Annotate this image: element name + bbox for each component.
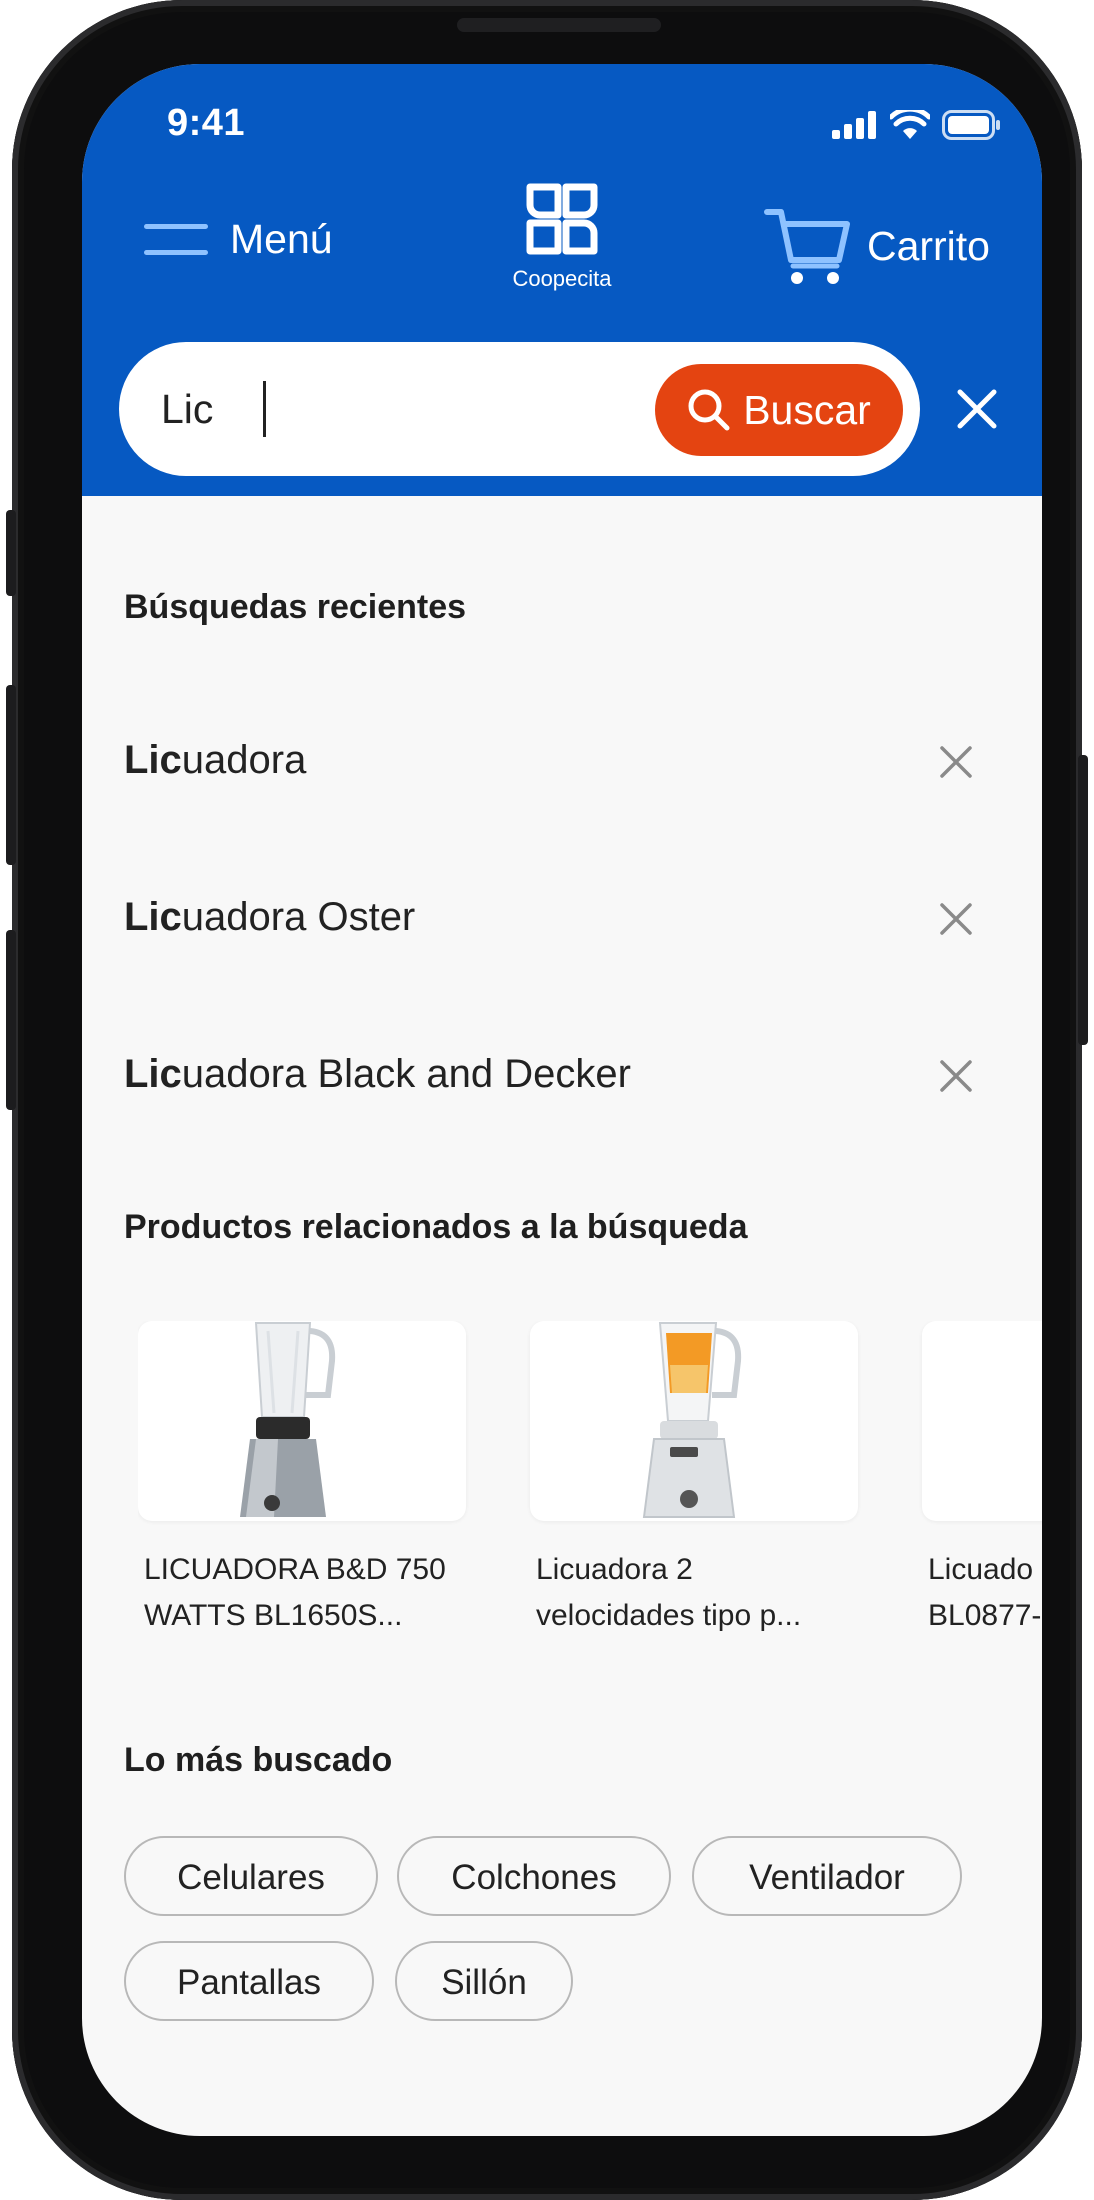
search-input[interactable] <box>159 378 583 440</box>
search-button-label: Buscar <box>743 386 871 433</box>
product-name-line: BL0877- <box>928 1599 1042 1632</box>
product-name-line: Licuado <box>928 1553 1034 1586</box>
coopecita-logo[interactable]: Coopecita <box>477 179 647 292</box>
menu-label: Menú <box>230 216 333 262</box>
product-name-line: WATTS BL1650S... <box>144 1599 403 1632</box>
cart-label: Carrito <box>866 222 990 269</box>
menu-button[interactable]: Menú <box>144 216 333 263</box>
text-caret <box>263 381 266 437</box>
search-button[interactable]: Buscar <box>655 364 903 456</box>
screen: 9:41 Menú Coopecita Carrito Lic Buscar B… <box>82 64 1042 2136</box>
status-time: 9:41 <box>167 102 246 144</box>
chip-pantallas[interactable]: Pantallas <box>124 1941 374 2021</box>
clear-search-icon[interactable] <box>952 384 1002 434</box>
remove-recent-icon[interactable] <box>938 901 974 937</box>
product-name-line: LICUADORA B&D 750 <box>144 1553 446 1586</box>
rest-text: uadora <box>181 738 307 782</box>
blender-image <box>138 1321 466 1521</box>
product-name-line: Licuadora 2 <box>536 1553 693 1586</box>
logo-text: Coopecita <box>512 266 612 291</box>
product-name-line: velocidades tipo p... <box>536 1599 802 1632</box>
recent-search-text: Licuadora Oster <box>124 895 415 940</box>
status-icons <box>832 110 1002 140</box>
speaker-grille <box>457 18 661 32</box>
rest-text: uadora Oster <box>181 895 416 939</box>
product-card[interactable]: Licuado BL0877- <box>922 1321 1042 1639</box>
products-carousel[interactable]: LICUADORA B&D 750 WATTS BL1650S... Licua… <box>138 1321 1042 1661</box>
battery-icon <box>942 110 1000 140</box>
hamburger-icon <box>144 223 208 255</box>
most-searched-title: Lo más buscado <box>124 1741 393 1779</box>
app-header: 9:41 Menú Coopecita Carrito Lic Buscar <box>82 64 1042 496</box>
recent-searches-title: Búsquedas recientes <box>124 588 467 626</box>
remove-recent-icon[interactable] <box>938 1058 974 1094</box>
match-text: Lic <box>124 738 182 782</box>
related-products-title: Productos relacionados a la búsqueda <box>124 1208 748 1246</box>
product-name: Licuado BL0877- <box>922 1547 1042 1639</box>
volume-up-button <box>6 685 16 865</box>
recent-search-text: Licuadora <box>124 738 306 783</box>
chip-ventilador[interactable]: Ventilador <box>692 1836 962 1916</box>
blender-bd-illustration <box>240 1322 336 1517</box>
chip-celulares[interactable]: Celulares <box>124 1836 378 1916</box>
power-button <box>1078 755 1088 1045</box>
product-card[interactable]: LICUADORA B&D 750 WATTS BL1650S... <box>138 1321 466 1639</box>
blender-image <box>530 1321 858 1521</box>
blender-image <box>922 1321 1042 1521</box>
chip-sillon[interactable]: Sillón <box>395 1941 573 2021</box>
recent-search-item[interactable]: Licuadora <box>124 722 974 802</box>
logo-icon <box>526 183 598 255</box>
search-icon <box>688 389 730 431</box>
cart-button[interactable]: Carrito <box>763 204 990 288</box>
recent-search-item[interactable]: Licuadora Oster <box>124 879 974 959</box>
wifi-icon <box>890 110 930 139</box>
recent-search-text: Licuadora Black and Decker <box>124 1052 631 1097</box>
remove-recent-icon[interactable] <box>938 744 974 780</box>
signal-icon <box>832 111 876 139</box>
search-box: Buscar <box>119 342 920 476</box>
phone-frame: 9:41 Menú Coopecita Carrito Lic Buscar B… <box>6 0 1088 2200</box>
cart-icon <box>763 209 850 284</box>
volume-down-button <box>6 930 16 1110</box>
blender-oster-illustration <box>642 1322 742 1518</box>
recent-search-item[interactable]: Licuadora Black and Decker <box>124 1036 974 1116</box>
mute-switch <box>6 510 16 596</box>
product-name: Licuadora 2 velocidades tipo p... <box>530 1547 866 1639</box>
product-card[interactable]: Licuadora 2 velocidades tipo p... <box>530 1321 858 1639</box>
match-text: Lic <box>124 895 182 939</box>
chip-colchones[interactable]: Colchones <box>397 1836 671 1916</box>
rest-text: uadora Black and Decker <box>181 1052 631 1096</box>
product-name: LICUADORA B&D 750 WATTS BL1650S... <box>138 1547 474 1639</box>
match-text: Lic <box>124 1052 182 1096</box>
